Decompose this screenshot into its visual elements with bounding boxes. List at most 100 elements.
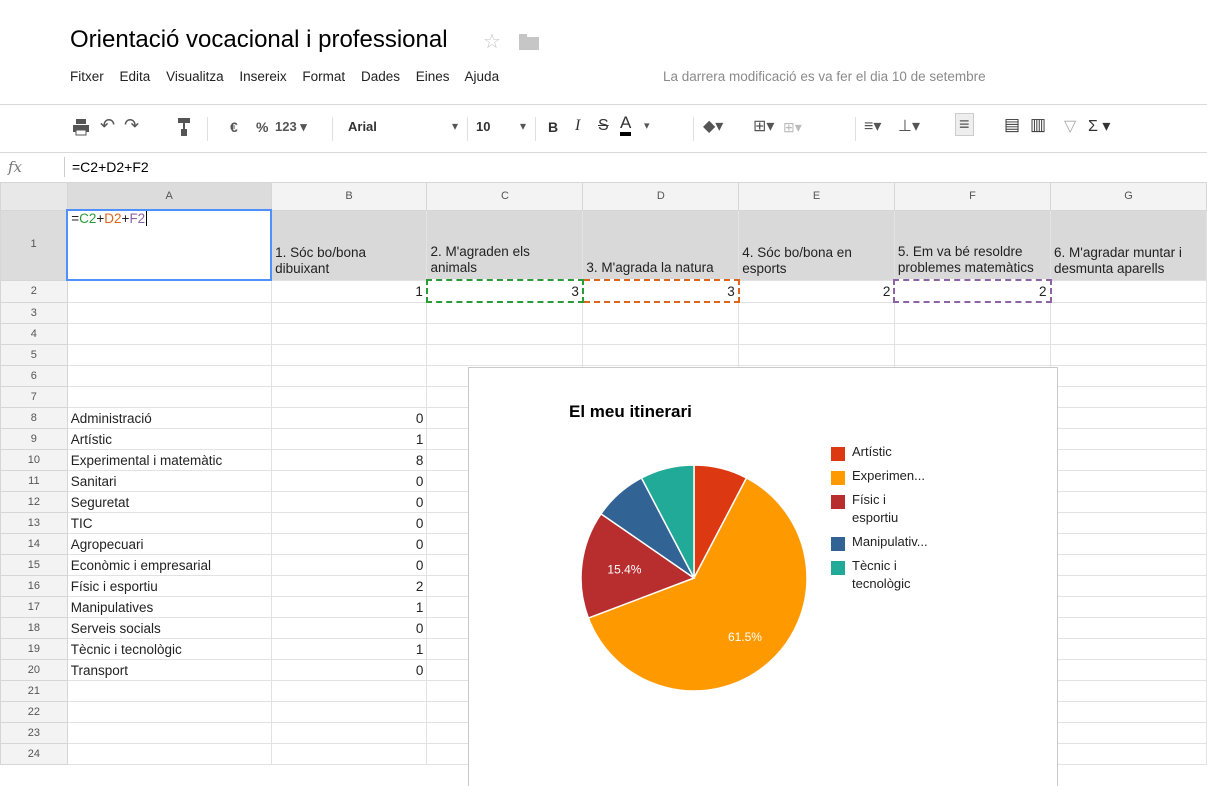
italic-button[interactable]: I [575,117,580,135]
cell[interactable] [66,365,272,387]
menu-file[interactable]: Fitxer [70,69,104,84]
cell[interactable] [1050,743,1207,765]
cell[interactable] [1050,279,1207,303]
chevron-down-icon[interactable]: ▾ [452,119,458,133]
row-header[interactable]: 5 [0,344,68,366]
cell[interactable]: 0 [270,407,428,429]
cell[interactable] [1050,365,1207,387]
header-cell[interactable]: 1. Sóc bo/bona dibuixant [270,209,428,281]
cell[interactable] [1050,680,1207,702]
cell[interactable]: Administració [66,407,272,429]
cell[interactable] [66,701,272,723]
cell[interactable] [1050,470,1207,492]
menu-tools[interactable]: Eines [416,69,450,84]
cell-a1-editor[interactable]: =C2+D2+F2 [66,209,273,281]
row-header[interactable]: 15 [0,554,68,576]
menu-edit[interactable]: Edita [120,69,151,84]
header-cell[interactable]: 6. M'agradar muntar i desmunta aparells [1050,209,1207,281]
cell[interactable] [582,323,740,345]
column-header[interactable]: G [1050,182,1207,211]
cell[interactable] [1050,323,1207,345]
cell[interactable] [1050,344,1207,366]
cell[interactable] [1050,512,1207,534]
cell[interactable] [1050,301,1207,324]
cell[interactable] [270,680,428,702]
strikethrough-button[interactable]: S [598,117,609,135]
font-family-select[interactable]: Arial [348,119,377,134]
cell[interactable]: 1 [270,638,428,660]
cell[interactable] [582,344,740,366]
cell[interactable] [66,386,272,408]
star-icon[interactable]: ☆ [483,29,501,54]
cell[interactable] [1050,638,1207,660]
cell[interactable]: 0 [270,512,428,534]
cell[interactable]: Físic i esportiu [66,575,272,597]
cell[interactable] [1050,659,1207,681]
comment-icon[interactable]: ▤ [1004,115,1020,135]
header-cell[interactable]: 5. Em va bé resoldre problemes matemàtic… [893,209,1052,281]
cell[interactable] [270,722,428,744]
cell[interactable] [1050,533,1207,555]
cell[interactable] [1050,428,1207,450]
cell[interactable] [270,344,428,366]
cell[interactable] [1050,722,1207,744]
menu-format[interactable]: Format [302,69,345,84]
row-header[interactable]: 9 [0,428,68,450]
cell[interactable] [1050,491,1207,513]
row-header[interactable]: 18 [0,617,68,639]
row-header[interactable]: 12 [0,491,68,513]
cell[interactable] [270,701,428,723]
cell[interactable]: Agropecuari [66,533,272,555]
cell[interactable]: 2 [270,575,428,597]
row-header[interactable]: 24 [0,743,68,765]
cell[interactable] [66,301,272,324]
paint-format-icon[interactable] [176,117,192,137]
row-header[interactable]: 13 [0,512,68,534]
pie-chart[interactable]: El meu itinerari 61.5% 15.4% Artístic Expe… [468,367,1058,786]
row-header[interactable]: 3 [0,301,68,324]
row-header[interactable]: 22 [0,701,68,723]
row-header[interactable]: 20 [0,659,68,681]
currency-format-button[interactable]: € [230,119,238,135]
filter-icon[interactable]: ▽ [1064,116,1076,136]
column-header[interactable]: B [270,182,428,211]
row-header[interactable]: 1 [0,209,68,281]
cell[interactable] [270,743,428,765]
cell[interactable] [66,722,272,744]
borders-icon[interactable]: ⊞▾ [753,116,774,136]
row-header[interactable]: 10 [0,449,68,471]
text-color-button[interactable]: A [620,114,632,136]
cell-f2[interactable]: 2 [893,279,1052,303]
vertical-align-icon[interactable]: ⊥▾ [898,116,920,136]
header-cell[interactable]: 4. Sóc bo/bona en esports [738,209,895,281]
fill-color-icon[interactable]: ◆▾ [703,116,723,136]
row-header[interactable]: 6 [0,365,68,387]
cell[interactable]: Artístic [66,428,272,450]
row-header[interactable]: 11 [0,470,68,492]
align-left-icon[interactable]: ≡▾ [864,116,881,136]
cell[interactable]: 0 [270,659,428,681]
cell[interactable]: Tècnic i tecnològic [66,638,272,660]
cell[interactable]: 8 [270,449,428,471]
cell[interactable] [270,386,428,408]
insert-chart-icon[interactable]: ▥ [1030,115,1046,135]
cell[interactable] [270,301,428,324]
cell[interactable] [1050,386,1207,408]
menu-help[interactable]: Ajuda [465,69,500,84]
cell[interactable] [1050,701,1207,723]
folder-icon[interactable] [519,34,539,50]
cell[interactable]: 0 [270,617,428,639]
cell[interactable] [893,301,1052,324]
cell[interactable]: Serveis socials [66,617,272,639]
column-header[interactable]: F [893,182,1052,211]
cell[interactable]: Sanitari [66,470,272,492]
row-header[interactable]: 21 [0,680,68,702]
cell[interactable] [1050,596,1207,618]
cell[interactable]: 2 [738,279,895,303]
row-header[interactable]: 8 [0,407,68,429]
cell[interactable] [1050,617,1207,639]
column-header[interactable]: A [66,182,272,211]
document-title[interactable]: Orientació vocacional i professional [70,26,448,54]
cell[interactable] [738,344,895,366]
cell[interactable]: 1 [270,428,428,450]
